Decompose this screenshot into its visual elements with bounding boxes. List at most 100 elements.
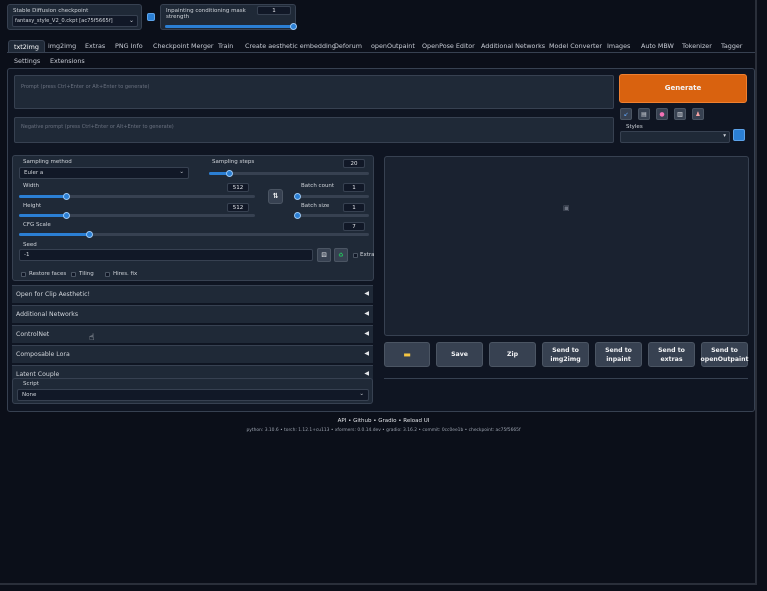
cfg-scale-input[interactable]: 7: [343, 222, 365, 231]
swap-dimensions-button[interactable]: ⇅: [268, 189, 283, 204]
accordion-additional-networks[interactable]: Additional Networks ◀: [12, 305, 373, 323]
footer-link-gradio[interactable]: Gradio: [378, 418, 396, 424]
tab-auto-mbw[interactable]: Auto MBW: [641, 40, 674, 52]
tab-extras[interactable]: Extras: [85, 40, 105, 52]
tiling-checkbox[interactable]: [71, 272, 76, 277]
footer-link-api[interactable]: API: [338, 418, 347, 424]
cfg-scale-slider[interactable]: [19, 230, 369, 238]
tab-img2img[interactable]: img2img: [48, 40, 76, 52]
width-input[interactable]: 512: [227, 183, 249, 192]
accordion-composable-lora[interactable]: Composable Lora ◀: [12, 345, 373, 363]
generate-button[interactable]: Generate: [619, 74, 747, 103]
reuse-seed-button[interactable]: ♻: [334, 248, 348, 262]
save-button[interactable]: Save: [436, 342, 483, 367]
image-output-area[interactable]: ▣: [384, 156, 749, 336]
refresh-styles-button[interactable]: [733, 129, 745, 141]
send-to-extras-button[interactable]: Send to extras: [648, 342, 695, 367]
folder-icon: ▬: [403, 350, 411, 359]
footer-links: API • Github • Gradio • Reload UI: [0, 418, 767, 424]
chevron-down-icon: ▾: [723, 133, 726, 139]
dice-icon: ⚄: [321, 251, 327, 259]
batch-count-slider[interactable]: [293, 192, 369, 200]
batch-size-knob[interactable]: [293, 211, 301, 219]
sampling-method-select[interactable]: Euler a ⌄: [19, 167, 189, 179]
trash-button[interactable]: ▤: [638, 108, 650, 120]
width-knob[interactable]: [62, 192, 70, 200]
refresh-checkpoint-button[interactable]: [147, 13, 155, 21]
batch-size-input[interactable]: 1: [343, 203, 365, 212]
tab-create-aesthetic-embedding[interactable]: Create aesthetic embedding: [245, 40, 336, 52]
mask-strength-slider[interactable]: [165, 22, 297, 30]
accordion-label: Latent Couple: [16, 371, 60, 378]
extra-networks-button[interactable]: ●: [656, 108, 668, 120]
random-seed-button[interactable]: ⚄: [317, 248, 331, 262]
zip-button[interactable]: Zip: [489, 342, 536, 367]
batch-count-input[interactable]: 1: [343, 183, 365, 192]
tab-extensions[interactable]: Extensions: [50, 55, 85, 67]
footer-link-github[interactable]: Github: [353, 418, 371, 424]
accordion-label: Additional Networks: [16, 311, 79, 318]
send-to-openoutpaint-button[interactable]: Send to openOutpaint: [701, 342, 749, 367]
hires-fix-checkbox[interactable]: [105, 272, 110, 277]
footer-link-reload[interactable]: Reload UI: [403, 418, 429, 424]
accordion-clip-aesthetic[interactable]: Open for Clip Aesthetic! ◀: [12, 285, 373, 303]
prompt-placeholder: Prompt (press Ctrl+Enter or Alt+Enter to…: [21, 84, 150, 90]
tab-openpose-editor[interactable]: OpenPose Editor: [422, 40, 475, 52]
script-value: None: [22, 392, 37, 398]
styles-select[interactable]: ▾: [620, 131, 730, 143]
sampling-steps-knob[interactable]: [226, 169, 234, 177]
seed-label: Seed: [23, 242, 37, 248]
read-params-button[interactable]: ↙: [620, 108, 632, 120]
script-select[interactable]: None ⌄: [17, 389, 369, 401]
tab-tagger[interactable]: Tagger: [721, 40, 742, 52]
batch-count-knob[interactable]: [293, 192, 301, 200]
batch-size-label: Batch size: [301, 203, 330, 209]
accordion-label: ControlNet: [16, 331, 50, 338]
tab-checkpoint-merger[interactable]: Checkpoint Merger: [153, 40, 214, 52]
trash-icon: ▤: [641, 110, 647, 118]
sampling-steps-slider[interactable]: [209, 169, 369, 177]
checkpoint-select[interactable]: fantasy_style_V2_0.ckpt [ac75f5665f] ⌄: [12, 15, 138, 27]
width-slider[interactable]: [19, 192, 255, 200]
seed-input[interactable]: -1: [19, 249, 313, 261]
cfg-scale-fill: [19, 233, 89, 236]
batch-size-slider[interactable]: [293, 211, 369, 219]
triangle-left-icon: ◀: [364, 330, 369, 337]
script-block: Script None ⌄: [12, 378, 373, 404]
cfg-scale-knob[interactable]: [85, 230, 93, 238]
height-slider[interactable]: [19, 211, 255, 219]
tiling-label: Tiling: [79, 271, 94, 277]
triangle-left-icon: ◀: [364, 290, 369, 297]
mouse-cursor-icon: ☝: [89, 333, 95, 343]
prompt-input[interactable]: Prompt (press Ctrl+Enter or Alt+Enter to…: [14, 75, 614, 109]
tab-png-info[interactable]: PNG Info: [115, 40, 143, 52]
height-knob[interactable]: [62, 211, 70, 219]
height-fill: [19, 214, 67, 217]
tab-additional-networks[interactable]: Additional Networks: [481, 40, 545, 52]
negative-prompt-input[interactable]: Negative prompt (press Ctrl+Enter or Alt…: [14, 117, 614, 143]
height-input[interactable]: 512: [227, 203, 249, 212]
send-to-img2img-button[interactable]: Send to img2img: [542, 342, 589, 367]
tab-openoutpaint[interactable]: openOutpaint: [371, 40, 415, 52]
save-style-button[interactable]: ♟: [692, 108, 704, 120]
accordion-controlnet[interactable]: ControlNet ◀: [12, 325, 373, 343]
sampling-steps-input[interactable]: 20: [343, 159, 365, 168]
tab-settings[interactable]: Settings: [14, 55, 40, 67]
tab-deforum[interactable]: Deforum: [334, 40, 362, 52]
tab-tokenizer[interactable]: Tokenizer: [682, 40, 712, 52]
picture-icon: ●: [659, 110, 665, 118]
mask-strength-input[interactable]: 1: [257, 6, 291, 15]
clipboard-button[interactable]: ▥: [674, 108, 686, 120]
script-label: Script: [23, 381, 39, 387]
height-label: Height: [23, 203, 42, 209]
send-to-inpaint-button[interactable]: Send to inpaint: [595, 342, 642, 367]
extra-seed-checkbox[interactable]: [353, 253, 358, 258]
mask-strength-knob[interactable]: [289, 22, 297, 30]
restore-faces-checkbox[interactable]: [21, 272, 26, 277]
tab-images[interactable]: Images: [607, 40, 630, 52]
save-style-icon: ♟: [695, 110, 701, 118]
open-folder-button[interactable]: ▬: [384, 342, 430, 367]
tab-train[interactable]: Train: [218, 40, 233, 52]
tab-txt2img[interactable]: txt2img: [8, 40, 45, 52]
tab-model-converter[interactable]: Model Converter: [549, 40, 602, 52]
